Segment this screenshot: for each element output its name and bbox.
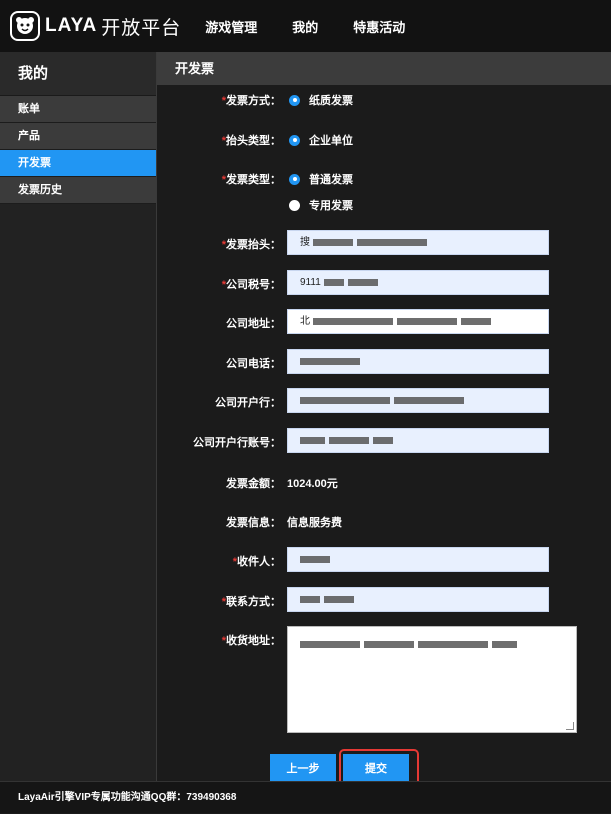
tax-id-label: *公司税号： <box>221 279 281 291</box>
bank-account-input[interactable] <box>287 428 549 453</box>
bank-label: 公司开户行： <box>215 397 281 409</box>
info-label: 发票信息： <box>226 517 281 529</box>
company-phone-label: 公司电话： <box>226 358 281 370</box>
sidebar-title: 我的 <box>0 52 156 96</box>
bank-input[interactable] <box>287 388 549 413</box>
invoice-method-paper-radio[interactable]: 纸质发票 <box>289 92 353 108</box>
radio-selected-icon <box>289 173 300 185</box>
invoice-type-special-radio[interactable]: 专用发票 <box>289 197 353 213</box>
invoice-title-label: *发票抬头： <box>221 239 281 251</box>
radio-selected-icon <box>289 134 300 146</box>
sidebar-item-products[interactable]: 产品 <box>0 123 156 150</box>
page-title: 开发票 <box>157 52 611 85</box>
sidebar-item-bills[interactable]: 账单 <box>0 96 156 123</box>
shipping-address-label: *收货地址： <box>221 635 281 647</box>
bank-account-label: 公司开户行账号： <box>193 437 281 449</box>
title-type-enterprise-radio[interactable]: 企业单位 <box>289 132 353 148</box>
resize-handle-icon[interactable] <box>566 722 574 730</box>
invoice-type-normal-radio[interactable]: 普通发票 <box>289 171 353 187</box>
contact-input[interactable] <box>287 587 549 612</box>
info-value: 信息服务费 <box>287 517 342 529</box>
company-address-input[interactable]: 北 <box>287 309 549 334</box>
company-phone-input[interactable] <box>287 349 549 374</box>
recipient-label: *收件人： <box>232 556 281 568</box>
logo-subtitle: 开放平台 <box>101 16 182 39</box>
sidebar-item-invoice[interactable]: 开发票 <box>0 150 156 177</box>
amount-value: 1024.00元 <box>287 478 338 490</box>
sidebar-item-invoice-history[interactable]: 发票历史 <box>0 177 156 204</box>
laya-logo[interactable]: LAYA 开放平台 <box>10 11 181 41</box>
sidebar: 我的 账单 产品 开发票 发票历史 <box>0 52 157 781</box>
logo-text: LAYA <box>45 15 98 36</box>
title-type-label: *抬头类型： <box>221 135 281 147</box>
amount-label: 发票金额： <box>226 478 281 490</box>
previous-button[interactable]: 上一步 <box>270 754 336 784</box>
footer: LayaAir引擎VIP专属功能沟通QQ群：739490368 <box>0 781 611 813</box>
main-panel: 开发票 *发票方式： 纸质发票 *抬头类型： 企业单位 *发票类型： 普通发票 … <box>157 52 611 784</box>
shipping-address-textarea[interactable] <box>287 626 577 733</box>
nav-mine[interactable]: 我的 <box>292 17 318 36</box>
laya-face-icon <box>10 11 40 41</box>
recipient-input[interactable] <box>287 547 549 572</box>
invoice-method-label: *发票方式： <box>221 95 281 107</box>
invoice-title-input[interactable]: 搜 <box>287 230 549 255</box>
nav-special-offers[interactable]: 特惠活动 <box>353 17 405 36</box>
company-address-label: 公司地址： <box>226 318 281 330</box>
invoice-type-label: *发票类型： <box>221 174 281 186</box>
top-nav: 游戏管理 我的 特惠活动 <box>205 17 440 36</box>
top-bar: LAYA 开放平台 游戏管理 我的 特惠活动 <box>0 0 611 52</box>
nav-game-management[interactable]: 游戏管理 <box>205 17 257 36</box>
radio-unselected-icon <box>289 199 300 211</box>
contact-label: *联系方式： <box>221 596 281 608</box>
radio-selected-icon <box>289 94 300 106</box>
tax-id-input[interactable]: 9111 <box>287 270 549 295</box>
